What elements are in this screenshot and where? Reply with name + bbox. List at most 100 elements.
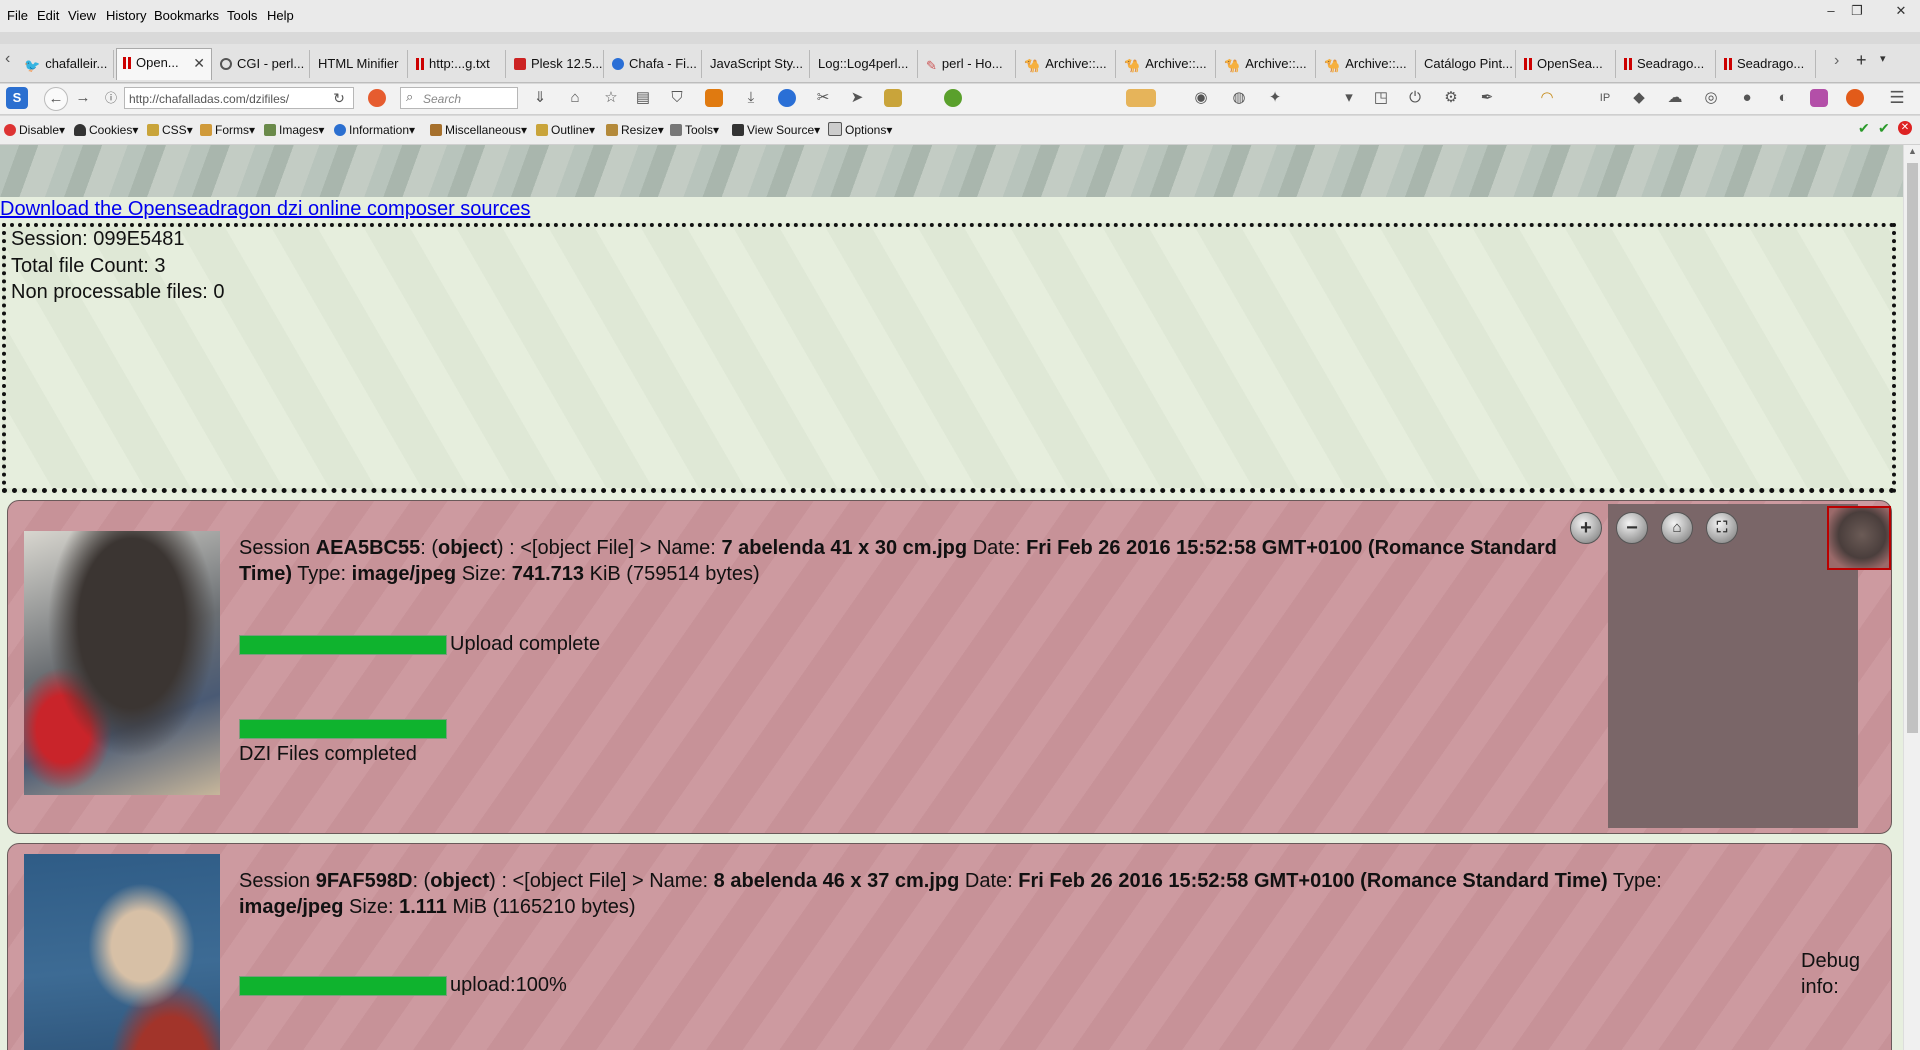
tab-html-minifier[interactable]: HTML Minifier <box>312 50 408 78</box>
painting-thumbnail[interactable] <box>24 854 220 1050</box>
puzzle-icon[interactable]: ✦ <box>1264 87 1286 109</box>
ip-icon[interactable]: IP <box>1594 87 1616 109</box>
zoom-in-icon[interactable]: + <box>1570 512 1602 544</box>
bookmarks-list-icon[interactable]: ▤ <box>632 87 654 109</box>
upload-progress-bar <box>239 976 447 996</box>
tab-archive-4[interactable]: 🐪 Archive::... <box>1318 50 1416 78</box>
gear-icon[interactable]: ⚙ <box>1440 87 1462 109</box>
menu-help[interactable]: Help <box>264 0 297 32</box>
menu-file[interactable]: File <box>4 0 31 32</box>
sync-icon[interactable]: S <box>6 87 28 109</box>
tab-list-icon[interactable]: ▾ <box>1880 52 1886 65</box>
tab-chafa[interactable]: Chafa - Fi... <box>606 50 702 78</box>
tab-archive-1[interactable]: 🐪 Archive::... <box>1018 50 1116 78</box>
tab-g-txt[interactable]: http:...g.txt <box>410 50 506 78</box>
page-scrollbar[interactable]: ▲ <box>1903 145 1920 1050</box>
download-arrow-icon[interactable]: ⤓ <box>740 87 762 109</box>
restore-icon[interactable]: ❐ <box>1846 2 1868 20</box>
firebug-icon[interactable] <box>1846 89 1864 107</box>
reload-icon[interactable]: ↻ <box>328 87 350 109</box>
tab-openseadragon-active[interactable]: Open... ✕ <box>116 48 212 80</box>
dev-disable[interactable]: Disable▾ <box>4 116 65 144</box>
minimize-icon[interactable]: – <box>1820 2 1842 20</box>
dev-outline[interactable]: Outline▾ <box>536 116 595 144</box>
file-drop-zone[interactable]: Session: 099E5481 Total file Count: 3 No… <box>2 223 1896 493</box>
eyedropper-icon[interactable]: ✒ <box>1476 87 1498 109</box>
back-icon[interactable]: ← <box>44 87 68 111</box>
camera-icon[interactable]: ◎ <box>1700 87 1722 109</box>
close-window-icon[interactable]: ✕ <box>1890 2 1912 20</box>
power-icon[interactable]: ⏻ <box>1404 87 1426 109</box>
dev-images[interactable]: Images▾ <box>264 116 324 144</box>
elephant-icon[interactable]: ◐ <box>1772 87 1794 109</box>
shield-icon[interactable]: ◆ <box>1628 87 1650 109</box>
firefox-addon-icon[interactable] <box>778 89 796 107</box>
dev-resize[interactable]: Resize▾ <box>606 116 664 144</box>
scroll-up-icon[interactable]: ▲ <box>1908 146 1917 156</box>
tab-label: chafalleir... <box>45 56 108 71</box>
stats-icon[interactable] <box>705 89 723 107</box>
menu-tools[interactable]: Tools <box>224 0 260 32</box>
home-icon[interactable]: ⌂ <box>564 87 586 109</box>
addon-icon[interactable] <box>368 89 386 107</box>
url-bar[interactable]: http://chafalladas.com/dzifiles/ <box>124 87 354 109</box>
dev-forms[interactable]: Forms▾ <box>200 116 255 144</box>
dev-view-source[interactable]: View Source▾ <box>732 116 820 144</box>
tab-log4perl[interactable]: Log::Log4perl... <box>812 50 918 78</box>
tab-scroll-right-icon[interactable]: › <box>1834 52 1839 70</box>
dropdown-icon[interactable]: ▾ <box>1338 87 1360 109</box>
dev-css[interactable]: CSS▾ <box>147 116 193 144</box>
globe-tool-icon[interactable]: ◍ <box>1228 87 1250 109</box>
zoom-out-icon[interactable]: − <box>1616 512 1648 544</box>
tab-chafalleir[interactable]: 🐦 chafalleir... <box>18 50 114 78</box>
capture-icon[interactable]: ◳ <box>1370 87 1392 109</box>
pocket-icon[interactable]: ⛉ <box>666 87 688 109</box>
chat-icon[interactable]: ☁ <box>1664 87 1686 109</box>
plesk-icon <box>514 58 526 70</box>
site-info-icon[interactable]: ⓘ <box>100 87 122 109</box>
hamburger-menu-icon[interactable]: ☰ <box>1886 87 1908 109</box>
dev-information[interactable]: Information▾ <box>334 116 415 144</box>
send-icon[interactable]: ➤ <box>846 87 868 109</box>
eye-icon[interactable]: ◉ <box>1190 87 1212 109</box>
world-icon[interactable]: ● <box>1736 87 1758 109</box>
painting-thumbnail[interactable] <box>24 531 220 795</box>
tab-javascript-style[interactable]: JavaScript Sty... <box>704 50 810 78</box>
tab-catalogo[interactable]: Catálogo Pint... <box>1418 50 1516 78</box>
rainbow-icon[interactable]: ◠ <box>1536 87 1558 109</box>
downloads-icon[interactable]: ⇓ <box>529 87 551 109</box>
close-tab-icon[interactable]: ✕ <box>193 49 205 77</box>
tab-perl-how[interactable]: ✎ perl - Ho... <box>920 50 1016 78</box>
menu-view[interactable]: View <box>65 0 99 32</box>
dev-cookies[interactable]: Cookies▾ <box>74 116 138 144</box>
dev-options[interactable]: Options▾ <box>828 116 892 144</box>
tab-archive-3[interactable]: 🐪 Archive::... <box>1218 50 1316 78</box>
openseadragon-viewer[interactable] <box>1608 504 1858 828</box>
search-input[interactable]: Search <box>400 87 518 109</box>
fullscreen-icon[interactable]: ⛶ <box>1706 512 1738 544</box>
tab-cgi-perl[interactable]: CGI - perl... <box>214 50 310 78</box>
menu-bookmarks[interactable]: Bookmarks <box>151 0 222 32</box>
scrollbar-thumb[interactable] <box>1907 163 1918 733</box>
home-view-icon[interactable]: ⌂ <box>1661 512 1693 544</box>
tab-opensea[interactable]: OpenSea... <box>1518 50 1616 78</box>
fox-icon[interactable] <box>1810 89 1828 107</box>
dev-tools[interactable]: Tools▾ <box>670 116 719 144</box>
persona-icon[interactable] <box>1126 89 1156 107</box>
bookmark-star-icon[interactable]: ☆ <box>600 87 622 109</box>
download-sources-link[interactable]: Download the Openseadragon dzi online co… <box>0 197 530 221</box>
navigator-thumbnail[interactable] <box>1827 506 1891 570</box>
menu-history[interactable]: History <box>103 0 149 32</box>
tab-seadragon-1[interactable]: Seadrago... <box>1618 50 1716 78</box>
tab-plesk[interactable]: Plesk 12.5... <box>508 50 604 78</box>
tools-icon[interactable]: ✂ <box>812 87 834 109</box>
tab-scroll-left-icon[interactable]: ‹ <box>5 50 10 68</box>
greasemonkey-icon[interactable] <box>884 89 902 107</box>
pill-icon[interactable] <box>944 89 962 107</box>
tab-seadragon-2[interactable]: Seadrago... <box>1718 50 1816 78</box>
new-tab-icon[interactable]: + <box>1856 50 1867 71</box>
dev-miscellaneous[interactable]: Miscellaneous▾ <box>430 116 527 144</box>
forward-icon[interactable]: → <box>72 87 94 109</box>
tab-archive-2[interactable]: 🐪 Archive::... <box>1118 50 1216 78</box>
menu-edit[interactable]: Edit <box>34 0 62 32</box>
